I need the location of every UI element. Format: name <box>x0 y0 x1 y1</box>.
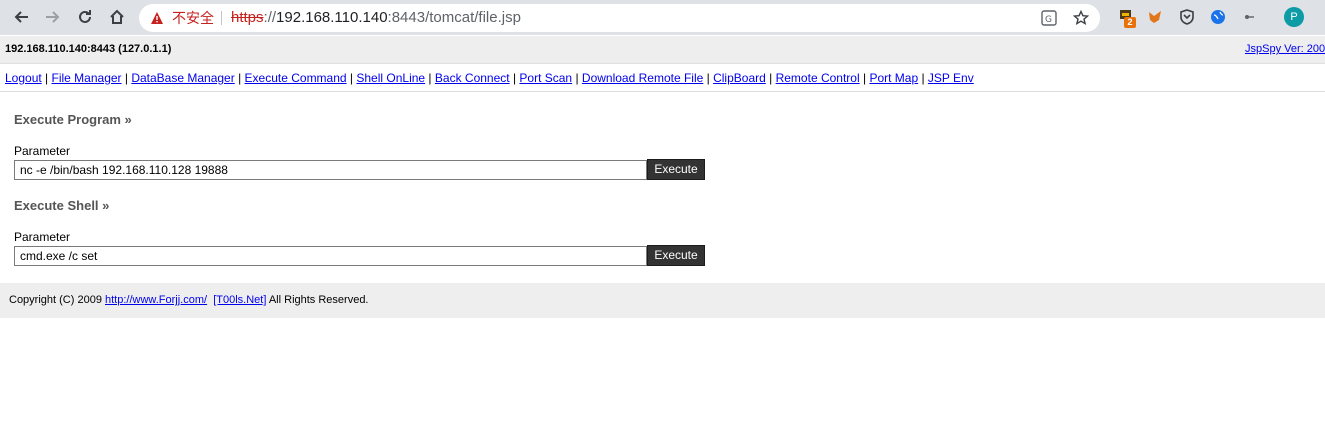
profile-avatar[interactable]: P <box>1284 7 1304 27</box>
execute-program-title: Execute Program » <box>14 112 132 127</box>
metamask-fox-icon[interactable] <box>1145 7 1165 27</box>
menu-logout[interactable]: Logout <box>5 71 42 85</box>
menu-remote-control[interactable]: Remote Control <box>776 71 860 85</box>
t00ls-link[interactable]: [T00ls.Net] <box>213 294 266 306</box>
warning-icon[interactable] <box>150 11 164 30</box>
execute-shell-button[interactable]: Execute <box>647 245 705 266</box>
menu-jsp-env[interactable]: JSP Env <box>928 71 974 85</box>
menu-separator: | <box>234 71 245 85</box>
menu-separator: | <box>703 71 714 85</box>
forward-arrow-icon[interactable] <box>42 6 64 28</box>
menu-separator: | <box>425 71 435 85</box>
copyright-suffix: All Rights Reserved. <box>266 294 369 306</box>
menu-separator: | <box>346 71 357 85</box>
menu-separator: | <box>121 71 132 85</box>
menu-download-remote-file[interactable]: Download Remote File <box>582 71 703 85</box>
host-header: 192.168.110.140:8443 (127.0.1.1) JspSpy … <box>0 36 1325 64</box>
divider <box>221 11 222 25</box>
menu-database-manager[interactable]: DataBase Manager <box>131 71 234 85</box>
menu-back-connect[interactable]: Back Connect <box>435 71 510 85</box>
menu-separator: | <box>509 71 520 85</box>
menu-execute-command[interactable]: Execute Command <box>245 71 347 85</box>
shell-parameter-input[interactable] <box>14 246 647 266</box>
menu-links: Logout | File Manager | DataBase Manager… <box>5 71 974 85</box>
url-separator: :// <box>263 9 277 26</box>
menu-port-scan[interactable]: Port Scan <box>519 71 572 85</box>
menu-shell-online[interactable]: Shell OnLine <box>356 71 425 85</box>
browser-toolbar: 不安全 https://192.168.110.140:8443/tomcat/… <box>0 0 1325 35</box>
url-scheme: https <box>231 9 264 26</box>
execute-program-button[interactable]: Execute <box>647 159 705 180</box>
translate-icon[interactable]: G <box>1040 9 1058 27</box>
copyright-prefix: Copyright (C) 2009 <box>9 294 105 306</box>
star-icon[interactable] <box>1072 9 1090 27</box>
svg-text:G: G <box>1045 15 1052 25</box>
shell-parameter-label: Parameter <box>14 230 71 244</box>
menu-file-manager[interactable]: File Manager <box>52 71 122 85</box>
menu-port-map[interactable]: Port Map <box>869 71 918 85</box>
nav-menu: Logout | File Manager | DataBase Manager… <box>0 64 1325 92</box>
menu-separator: | <box>41 71 52 85</box>
security-label[interactable]: 不安全 <box>172 9 214 27</box>
reload-icon[interactable] <box>74 6 96 28</box>
home-icon[interactable] <box>106 6 128 28</box>
url-path: :8443/tomcat/file.jsp <box>387 9 521 26</box>
shield-icon[interactable] <box>1177 7 1197 27</box>
globe-icon[interactable] <box>1208 7 1228 27</box>
menu-separator: | <box>918 71 928 85</box>
program-parameter-input[interactable] <box>14 160 647 180</box>
footer: Copyright (C) 2009 http://www.Forjj.com/… <box>0 283 1325 318</box>
menu-separator: | <box>765 71 776 85</box>
menu-clipboard[interactable]: ClipBoard <box>713 71 766 85</box>
key-icon[interactable] <box>1240 7 1260 27</box>
execute-shell-title: Execute Shell » <box>14 198 110 213</box>
menu-separator: | <box>859 71 870 85</box>
url-host: 192.168.110.140 <box>276 9 388 26</box>
version-link[interactable]: JspSpy Ver: 2009 <box>1245 43 1325 55</box>
host-info: 192.168.110.140:8443 (127.0.1.1) <box>5 43 172 55</box>
url-text[interactable]: https://192.168.110.140:8443/tomcat/file… <box>231 9 521 27</box>
copyright-text: Copyright (C) 2009 http://www.Forjj.com/… <box>9 294 369 306</box>
address-bar[interactable]: 不安全 https://192.168.110.140:8443/tomcat/… <box>139 4 1100 32</box>
back-arrow-icon[interactable] <box>10 6 32 28</box>
extension-badge: 2 <box>1124 17 1136 28</box>
menu-separator: | <box>572 71 582 85</box>
program-parameter-label: Parameter <box>14 144 71 158</box>
forjj-link[interactable]: http://www.Forjj.com/ <box>105 294 207 306</box>
